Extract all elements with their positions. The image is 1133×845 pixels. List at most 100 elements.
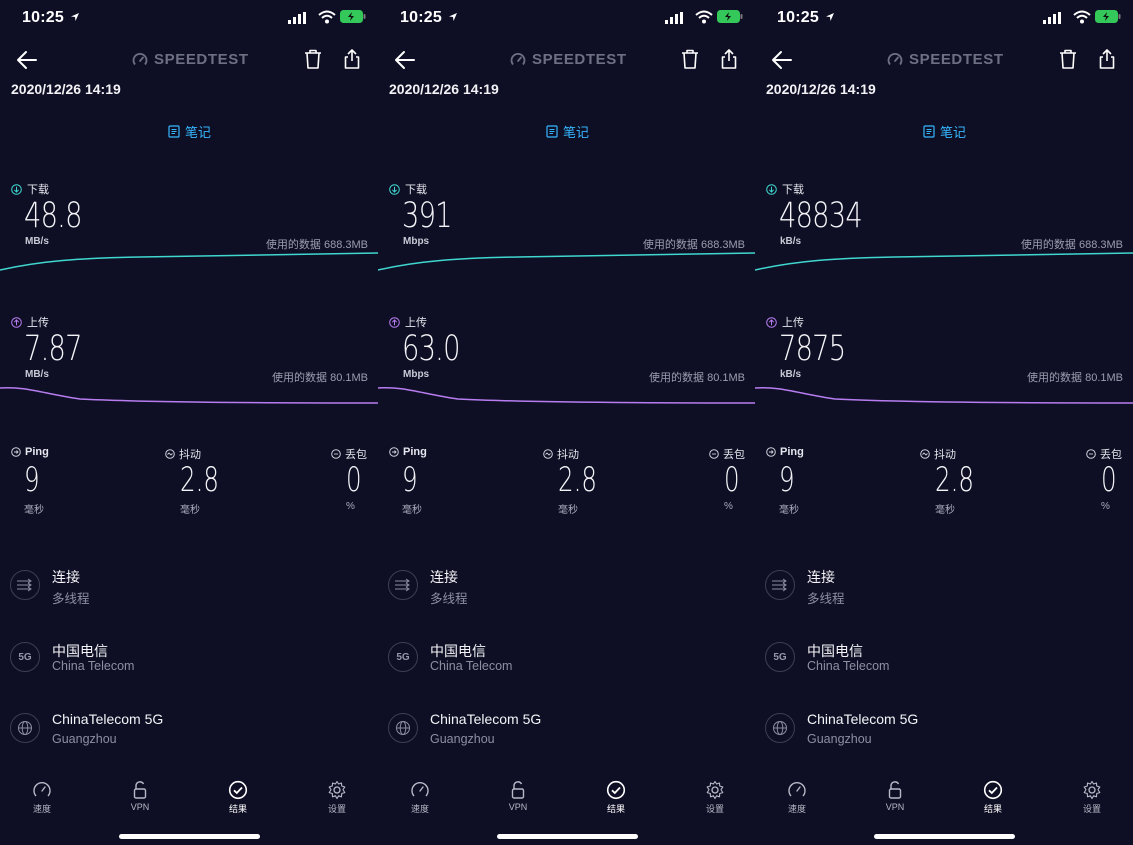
jitter-icon [920, 449, 930, 459]
notes-label: 笔记 [940, 125, 967, 140]
logo-text: SPEEDTEST [154, 51, 249, 68]
tab-vpn[interactable]: VPN [488, 780, 548, 812]
lock-open-icon [888, 781, 902, 799]
notes-button[interactable]: 笔记 [923, 122, 966, 141]
tab-vpn[interactable]: VPN [865, 780, 925, 812]
wifi-icon [695, 10, 713, 24]
share-icon[interactable] [721, 49, 737, 69]
jitter-value: 2.8 [558, 460, 597, 500]
upload-graph [0, 386, 378, 404]
tab-speed[interactable]: 速度 [12, 780, 72, 815]
tab-speed[interactable]: 速度 [390, 780, 450, 815]
notes-icon [546, 125, 558, 138]
download-graph [378, 252, 755, 271]
upload-label: 上传 [389, 314, 427, 330]
connection-icon-circle [388, 570, 418, 600]
signal-icon [1043, 12, 1061, 24]
logo-text: SPEEDTEST [909, 51, 1004, 68]
upload-value: 63.0 [402, 329, 460, 369]
share-icon[interactable] [1099, 49, 1115, 69]
provider-title: 中国电信 [52, 643, 108, 659]
arrow-down-circle-icon [389, 183, 400, 195]
trash-icon[interactable] [681, 49, 699, 69]
globe-icon [773, 721, 787, 735]
provider-icon-circle: 5G [388, 642, 418, 672]
ping-label: Ping [11, 446, 49, 458]
ping-value: 9 [24, 460, 40, 500]
ping-value: 9 [779, 460, 795, 500]
jitter-value: 2.8 [180, 460, 219, 500]
gear-icon [1083, 780, 1101, 800]
tab-results[interactable]: 结果 [208, 780, 268, 815]
download-label: 下载 [11, 181, 49, 197]
tab-results[interactable]: 结果 [586, 780, 646, 815]
back-arrow-icon[interactable] [392, 48, 418, 72]
tab-results[interactable]: 结果 [963, 780, 1023, 815]
download-value: 48834 [779, 196, 863, 236]
jitter-unit: 毫秒 [558, 505, 578, 516]
status-time: 10:25 [777, 9, 819, 26]
home-indicator[interactable] [497, 834, 638, 839]
screen-kbytes: 10:25 SPEEDTEST 2020/12/26 14:19 笔记 下载 4… [755, 0, 1133, 845]
tab-settings[interactable]: 设置 [1062, 780, 1122, 815]
screen-mbytes: 10:25 SPEEDTEST 2020/12/26 14:19 笔记 下载 4… [0, 0, 378, 845]
loss-value: 0 [724, 460, 740, 500]
loss-icon [709, 449, 719, 459]
server-title: ChinaTelecom 5G [807, 711, 919, 727]
5g-icon: 5G [18, 651, 32, 663]
ping-unit: 毫秒 [402, 505, 422, 516]
notes-button[interactable]: 笔记 [546, 122, 589, 141]
ping-label: Ping [766, 446, 804, 458]
loss-unit: % [346, 501, 355, 512]
back-arrow-icon[interactable] [14, 48, 40, 72]
wifi-icon [318, 10, 336, 24]
check-circle-icon [983, 780, 1003, 800]
connection-icon-circle [10, 570, 40, 600]
back-arrow-icon[interactable] [769, 48, 795, 72]
notes-label: 笔记 [185, 125, 212, 140]
tab-settings[interactable]: 设置 [685, 780, 745, 815]
loss-icon [331, 449, 341, 459]
upload-value: 7.87 [24, 329, 82, 369]
jitter-unit: 毫秒 [935, 505, 955, 516]
tab-settings[interactable]: 设置 [307, 780, 367, 815]
trash-icon[interactable] [304, 49, 322, 69]
location-arrow-icon [826, 13, 834, 21]
notes-button[interactable]: 笔记 [168, 122, 211, 141]
loss-value: 0 [346, 460, 362, 500]
connection-value: 多线程 [807, 592, 845, 606]
download-label: 下载 [766, 181, 804, 197]
tab-vpn[interactable]: VPN [110, 780, 170, 812]
speedometer-icon [33, 782, 51, 797]
speedtest-logo: SPEEDTEST [132, 51, 249, 68]
download-label: 下载 [389, 181, 427, 197]
battery-charging-icon [717, 10, 743, 23]
loss-icon [1086, 449, 1096, 459]
home-indicator[interactable] [874, 834, 1015, 839]
globe-icon [18, 721, 32, 735]
provider-value: China Telecom [52, 659, 135, 673]
speedometer-logo-icon [510, 52, 526, 65]
status-time: 10:25 [400, 9, 442, 26]
speedtest-logo: SPEEDTEST [510, 51, 627, 68]
connection-title: 连接 [430, 569, 458, 585]
check-circle-icon [228, 780, 248, 800]
ping-icon [766, 447, 776, 457]
ping-icon [11, 447, 21, 457]
share-icon[interactable] [344, 49, 360, 69]
connection-title: 连接 [52, 569, 80, 585]
signal-icon [288, 12, 306, 24]
signal-icon [665, 12, 683, 24]
server-value: Guangzhou [52, 732, 117, 746]
tab-speed[interactable]: 速度 [767, 780, 827, 815]
loss-unit: % [1101, 501, 1110, 512]
speedometer-logo-icon [132, 52, 148, 65]
arrow-up-circle-icon [11, 316, 22, 328]
provider-value: China Telecom [430, 659, 513, 673]
trash-icon[interactable] [1059, 49, 1077, 69]
arrow-down-circle-icon [11, 183, 22, 195]
result-timestamp: 2020/12/26 14:19 [11, 81, 121, 97]
loss-value: 0 [1101, 460, 1117, 500]
ping-icon [389, 447, 399, 457]
home-indicator[interactable] [119, 834, 260, 839]
